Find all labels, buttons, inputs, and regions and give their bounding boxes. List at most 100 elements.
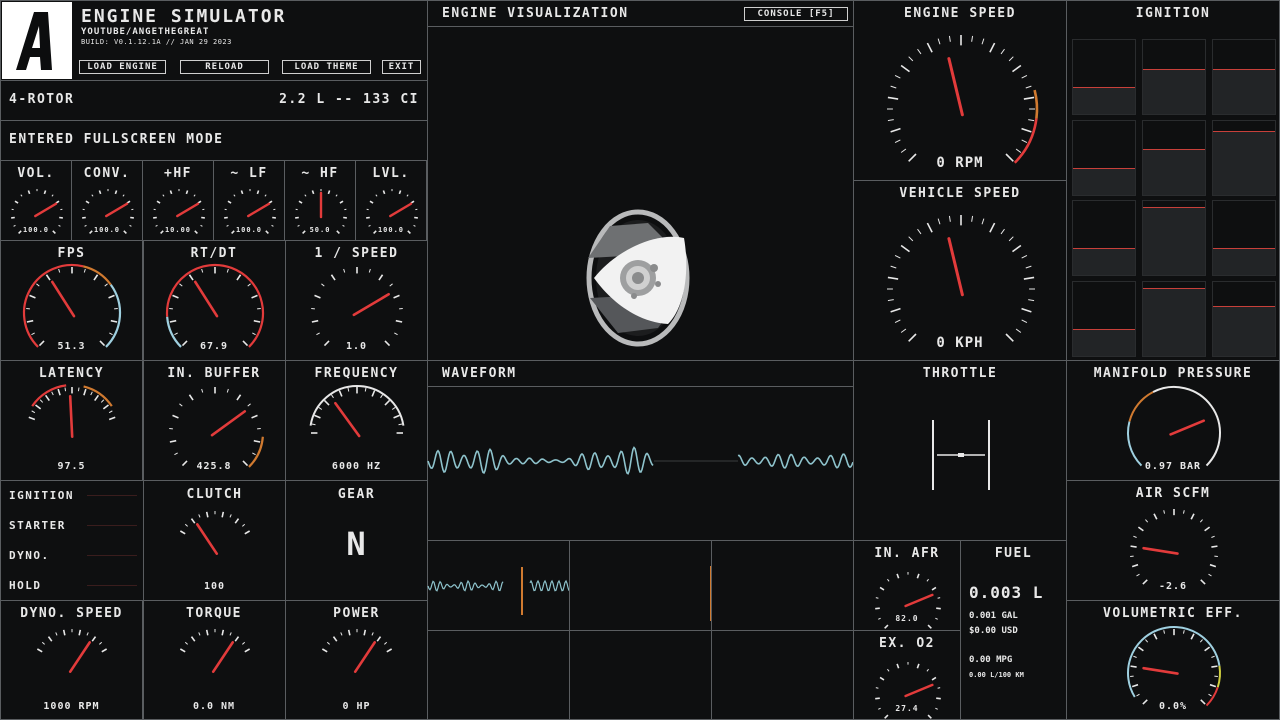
gauge-tick	[931, 586, 937, 591]
gauge-tick	[887, 299, 894, 302]
fuel-gallons: 0.001 GAL	[969, 611, 1018, 621]
gauge-tick	[251, 452, 256, 456]
gauge-needle	[34, 202, 58, 218]
gauge-tick	[1209, 563, 1217, 568]
gauge-tick	[91, 194, 94, 197]
gauge-tick	[205, 629, 209, 636]
title-divider	[428, 26, 853, 27]
ignition-cell	[1072, 200, 1136, 276]
scope-panel-6	[711, 630, 854, 720]
gauge-tick	[1133, 655, 1137, 658]
gauge-tick	[253, 319, 260, 323]
gauge-tick	[28, 416, 36, 421]
gauge-tick	[1021, 307, 1032, 313]
clutch-title: CLUTCH	[186, 487, 243, 502]
gauge-tick	[347, 387, 350, 392]
perf-gauge-panel: FREQUENCY 6000 HZ	[285, 360, 428, 481]
gauge-tick	[314, 294, 321, 299]
gauge-tick	[318, 407, 323, 410]
gauge-tick	[386, 648, 393, 653]
perf-gauge-title: RT/DT	[190, 246, 238, 261]
gauge-needle	[68, 641, 92, 673]
gauge-tick	[936, 697, 941, 700]
ignition-cell	[1142, 119, 1206, 196]
gauge-tick	[1208, 693, 1212, 697]
gauge-tick	[14, 200, 19, 204]
gauge-tick	[382, 190, 386, 195]
gauge-tick	[1153, 513, 1158, 520]
gauge-tick	[926, 668, 929, 672]
gauge-tick	[235, 394, 241, 401]
gauge-tick	[879, 586, 885, 591]
gauge-tick	[47, 636, 53, 642]
dyno-gauge-value: 1000 RPM	[43, 701, 100, 712]
throttle-title: THROTTLE	[922, 366, 998, 381]
gauge-tick	[179, 530, 186, 535]
gauge-tick	[916, 573, 920, 579]
gauge-tick	[200, 268, 203, 273]
gauge-tick	[243, 648, 250, 653]
gauge-tick	[193, 194, 196, 197]
status-panel: ENTERED FULLSCREEN MODE	[0, 120, 428, 161]
load-theme-button[interactable]: LOAD THEME	[282, 60, 371, 74]
perf-gauge-title: LATENCY	[38, 366, 105, 381]
gauge-needle	[389, 202, 413, 218]
gauge-tick	[330, 274, 336, 281]
audio-gauge-panel: LVL. 100.0	[355, 160, 427, 241]
gauge-tick	[1145, 639, 1149, 643]
fuel-l100: 0.00 L/100 KM	[969, 671, 1024, 679]
gauge-tick	[229, 514, 232, 518]
gauge-tick	[1153, 633, 1158, 640]
gauge-tick	[184, 523, 188, 527]
volumetric-eff-panel: VOLUMETRIC EFF. 0.0%	[1066, 600, 1280, 720]
load-engine-button[interactable]: LOAD ENGINE	[79, 60, 166, 74]
gauge-tick	[1133, 535, 1137, 538]
gauge-tick	[55, 632, 58, 636]
gauge-tick	[226, 388, 229, 393]
gauge-tick	[338, 390, 343, 397]
gauge-tick	[948, 215, 951, 222]
gauge-tick	[398, 190, 402, 195]
gauge-tick	[1015, 148, 1022, 153]
gauge-tick	[169, 439, 176, 443]
gauge-tick	[39, 399, 44, 403]
gauge-tick	[220, 629, 224, 636]
gauge-tick	[36, 283, 40, 287]
volumetric-eff-value: 0.0%	[1158, 701, 1188, 712]
gauge-tick	[331, 394, 334, 399]
gauge-range-arc	[22, 263, 84, 348]
gauge-tick	[1204, 646, 1211, 652]
dyno-gauge-title: TORQUE	[186, 606, 242, 621]
gauge-needle	[193, 280, 218, 318]
air-scfm-panel: AIR SCFM -2.6	[1066, 480, 1280, 601]
gauge-tick	[1021, 254, 1028, 259]
exit-button[interactable]: EXIT	[382, 60, 421, 74]
throttle-indicator	[932, 420, 990, 490]
gauge-tick	[190, 518, 196, 524]
ignition-fill	[1213, 130, 1275, 195]
manifold-pressure-title: MANIFOLD PRESSURE	[1093, 366, 1253, 381]
gauge-tick	[1008, 56, 1014, 62]
ignition-cell	[1072, 39, 1136, 115]
indicator-ignition: IGNITION	[9, 489, 74, 502]
gauge-tick	[1137, 526, 1144, 532]
gauge-tick	[937, 597, 941, 599]
gauge-tick	[234, 636, 239, 642]
gauge-tick	[1130, 545, 1137, 548]
gauge-needle	[1142, 666, 1179, 675]
indicator-ignition-bar	[87, 495, 137, 496]
gauge-tick	[343, 268, 346, 273]
ignition-fill	[1213, 68, 1275, 114]
gauge-tick	[926, 578, 929, 582]
gauge-tick	[1025, 265, 1032, 269]
gauge-tick	[1211, 655, 1215, 658]
console-button[interactable]: CONSOLE [F5]	[744, 7, 848, 21]
gauge-tick	[51, 194, 54, 197]
reload-button[interactable]: RELOAD	[180, 60, 269, 74]
gauge-tick	[45, 274, 51, 281]
gauge-tick	[890, 307, 901, 313]
gauge-tick	[197, 632, 200, 636]
gauge-tick	[250, 414, 258, 419]
perf-gauge-dial	[22, 263, 122, 348]
audio-gauge-value: 10.00	[164, 226, 192, 234]
